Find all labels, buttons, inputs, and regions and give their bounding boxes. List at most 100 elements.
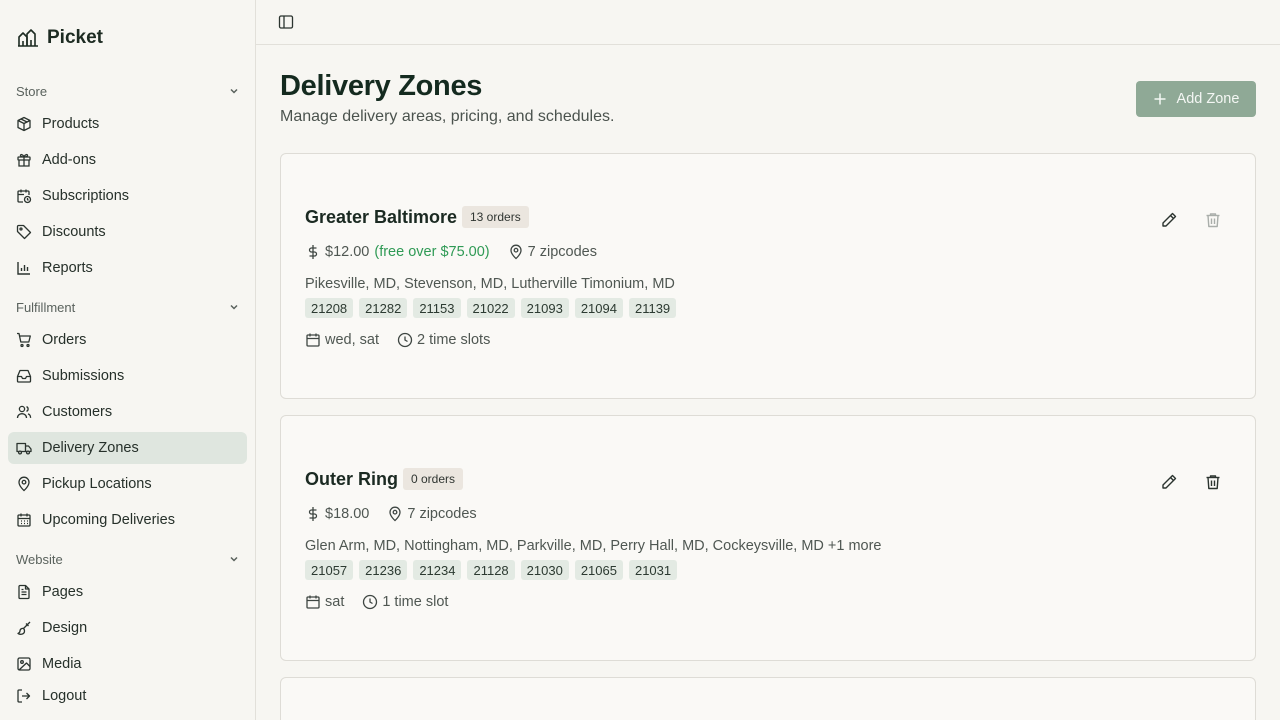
- sidebar-item-label: Submissions: [42, 368, 125, 384]
- gift-icon: [17, 153, 31, 167]
- image-icon: [17, 657, 31, 671]
- zone-name: Outer Ring: [305, 469, 398, 489]
- add-zone-label: Add Zone: [1176, 91, 1240, 107]
- sidebar-item-pages[interactable]: Pages: [8, 576, 247, 608]
- bar-chart-icon: [17, 262, 30, 275]
- storefront-icon: [18, 29, 38, 47]
- zipcode-count: 7 zipcodes: [407, 506, 477, 522]
- zone-cities: Pikesville, MD, Stevenson, MD, Luthervil…: [305, 276, 675, 292]
- users-icon: [16, 405, 32, 419]
- zone-cities: Glen Arm, MD, Nottingham, MD, Parkville,…: [305, 538, 882, 554]
- sidebar-item-label: Customers: [42, 404, 113, 420]
- paintbrush-icon: [17, 621, 31, 635]
- truck-icon: [16, 442, 32, 455]
- file-text-icon: [18, 584, 30, 600]
- sidebar-item-add-ons[interactable]: Add-ons: [8, 144, 247, 176]
- tag-icon: [16, 224, 32, 240]
- sidebar-item-design[interactable]: Design: [8, 612, 247, 644]
- sidebar-item-label: Products: [42, 116, 100, 132]
- sidebar-item-orders[interactable]: Orders: [8, 324, 247, 356]
- sidebar-item-label: Pickup Locations: [42, 476, 152, 492]
- sidebar-item-upcoming-deliveries[interactable]: Upcoming Deliveries: [8, 504, 247, 536]
- zip-chip: 21031: [628, 560, 678, 580]
- sidebar-item-subscriptions[interactable]: Subscriptions: [8, 180, 247, 212]
- zip-chip: 21022: [466, 298, 515, 318]
- zip-chip: 21139: [628, 298, 677, 318]
- log-out-icon: [17, 689, 31, 703]
- clock-icon: [363, 594, 378, 610]
- sidebar-item-label: Media: [42, 656, 82, 672]
- zone-price: $12.00: [325, 244, 370, 260]
- zone-name: Greater Baltimore: [305, 207, 458, 227]
- zip-chip: 21030: [520, 560, 569, 580]
- page-title: Delivery Zones: [280, 70, 483, 102]
- zip-chip: 21128: [467, 560, 515, 580]
- topbar: [256, 0, 1280, 45]
- inbox-icon: [16, 369, 32, 383]
- zone-card: [280, 677, 1256, 720]
- zip-chip: 21234: [413, 560, 462, 580]
- sidebar-toggle-icon[interactable]: [278, 14, 294, 30]
- plus-icon: [1154, 93, 1166, 105]
- zip-chip: 21094: [574, 298, 623, 318]
- sidebar-item-label: Subscriptions: [42, 188, 130, 204]
- edit-pencil-icon[interactable]: [1160, 211, 1178, 229]
- calendar-icon: [306, 333, 320, 347]
- shopping-cart-icon: [17, 332, 31, 348]
- calendar-icon: [306, 595, 320, 609]
- orders-badge: 0 orders: [403, 468, 464, 490]
- sidebar-item-customers[interactable]: Customers: [8, 396, 247, 428]
- chevron-down-icon: [230, 88, 238, 94]
- sidebar-item-label: Reports: [42, 260, 93, 276]
- dollar-icon: [308, 507, 318, 521]
- brand-name: Picket: [47, 27, 103, 48]
- clock-icon: [397, 332, 413, 348]
- pricing-row: $18.00 7 zipcodes: [305, 504, 477, 524]
- map-pin-icon: [18, 476, 30, 492]
- delivery-days: sat: [325, 594, 345, 610]
- sidebar-item-label: Delivery Zones: [42, 440, 139, 456]
- delivery-days: wed, sat: [325, 332, 379, 348]
- edit-pencil-icon[interactable]: [1160, 473, 1178, 491]
- sidebar-item-label: Design: [42, 620, 88, 636]
- sidebar-item-discounts[interactable]: Discounts: [8, 216, 247, 248]
- sidebar-item-products[interactable]: Products: [8, 108, 247, 140]
- zip-chip: 21057: [305, 560, 354, 580]
- sidebar-item-label: Discounts: [42, 224, 106, 240]
- sidebar-item-delivery-zones[interactable]: Delivery Zones: [8, 432, 247, 464]
- zip-chip: 21236: [359, 560, 408, 580]
- calendar-clock-icon: [17, 189, 32, 204]
- zip-chip: 21208: [305, 298, 354, 318]
- chevron-down-icon: [230, 304, 238, 310]
- group-header-website[interactable]: Website: [16, 549, 240, 569]
- zipcode-count: 7 zipcodes: [527, 244, 597, 260]
- delete-trash-icon[interactable]: [1204, 473, 1222, 491]
- schedule-row: wed, sat 2 time slots: [305, 330, 490, 350]
- chevron-down-icon: [230, 556, 238, 562]
- add-zone-button[interactable]: Add Zone: [1136, 81, 1256, 117]
- sidebar-item-media[interactable]: Media: [8, 648, 247, 680]
- time-slots: 2 time slots: [417, 332, 491, 348]
- sidebar-item-reports[interactable]: Reports: [8, 252, 247, 284]
- group-header-store[interactable]: Store: [16, 81, 240, 101]
- map-pin-icon: [389, 506, 402, 522]
- map-pin-icon: [509, 244, 522, 260]
- orders-badge: 13 orders: [462, 206, 529, 228]
- zip-list: 21208 21282 21153 21022 21093 21094 2113…: [305, 298, 677, 318]
- page-subtitle: Manage delivery areas, pricing, and sche…: [280, 108, 615, 125]
- group-header-fulfillment[interactable]: Fulfillment: [16, 297, 240, 317]
- sidebar-item-logout[interactable]: Logout: [8, 680, 247, 712]
- brand[interactable]: Picket: [17, 26, 103, 50]
- sidebar-item-pickup-locations[interactable]: Pickup Locations: [8, 468, 247, 500]
- sidebar-item-submissions[interactable]: Submissions: [8, 360, 247, 392]
- zip-chip: 21093: [520, 298, 569, 318]
- group-label: Website: [16, 551, 63, 567]
- pricing-row: $12.00 (free over $75.00) 7 zipcodes: [305, 242, 597, 262]
- zone-price: $18.00: [325, 506, 370, 522]
- free-threshold: (free over $75.00): [374, 244, 490, 260]
- sidebar: Picket Store Products Add-ons Subscripti…: [0, 0, 256, 720]
- dollar-icon: [308, 245, 318, 259]
- delete-trash-icon[interactable]: [1204, 211, 1222, 229]
- group-label: Store: [16, 83, 48, 99]
- sidebar-item-label: Add-ons: [42, 152, 97, 168]
